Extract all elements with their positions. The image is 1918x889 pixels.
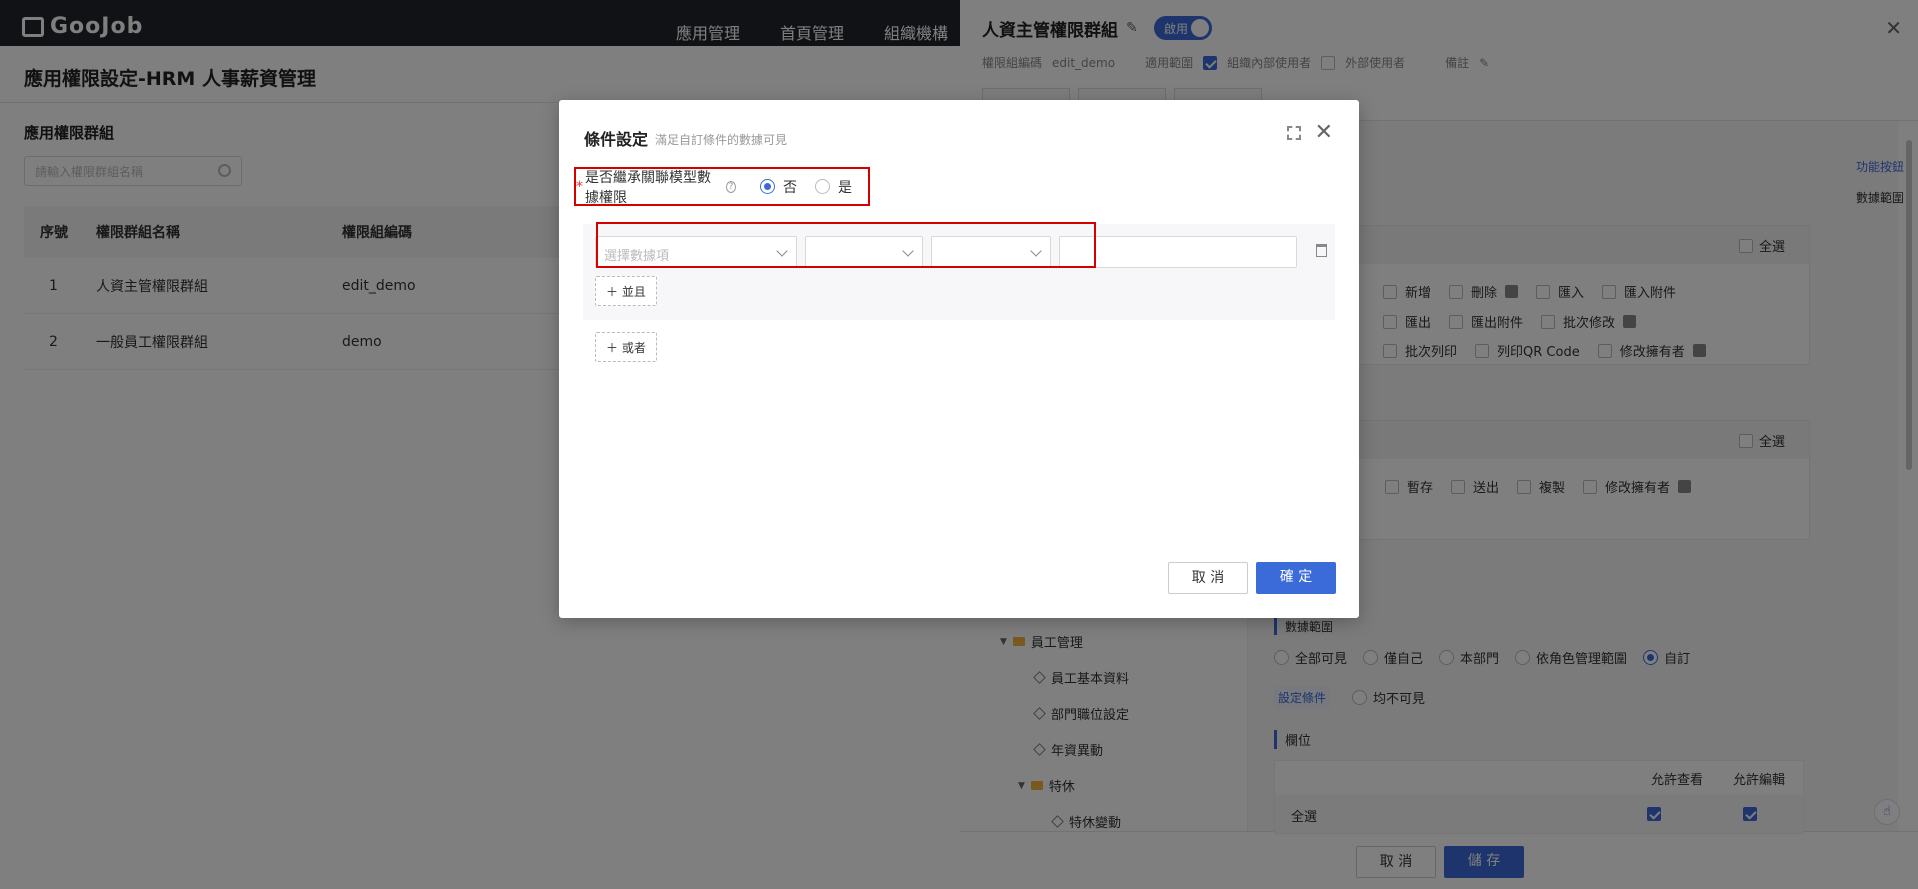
add-and-button[interactable]: ＋ 並且 xyxy=(595,276,657,306)
modal-subtitle: 滿足自訂條件的數據可見 xyxy=(655,133,788,147)
condition-modal: 條件設定 滿足自訂條件的數據可見 ✕ * 是否繼承關聯模型數據權限 ? 否 是 … xyxy=(559,100,1359,618)
add-or-button[interactable]: ＋ 或者 xyxy=(595,332,657,362)
highlight-box xyxy=(596,222,1096,268)
modal-cancel-button[interactable]: 取 消 xyxy=(1168,562,1248,594)
close-icon[interactable]: ✕ xyxy=(1315,120,1333,145)
modal-confirm-button[interactable]: 確 定 xyxy=(1256,562,1336,594)
highlight-box xyxy=(574,167,870,206)
modal-title: 條件設定 xyxy=(584,130,649,149)
trash-icon[interactable] xyxy=(1316,244,1327,257)
expand-icon[interactable] xyxy=(1287,126,1301,140)
